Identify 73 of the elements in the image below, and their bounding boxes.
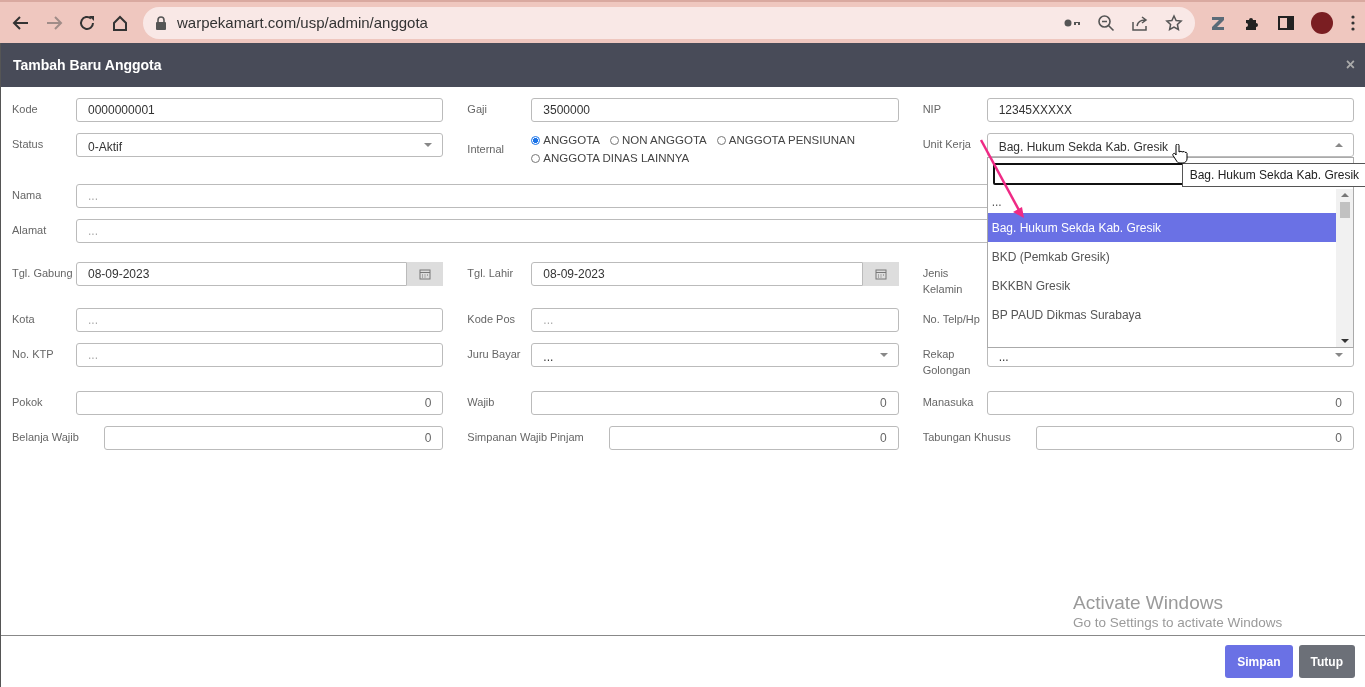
field-label: Internal — [467, 142, 506, 157]
field-label: Tabungan Khusus — [922, 430, 1011, 445]
field-label: Wajib — [467, 395, 496, 410]
text-input[interactable]: 0000000001 — [76, 98, 444, 122]
field-label: Jenis Kelamin — [922, 266, 964, 297]
dropdown-option[interactable]: BKKBN Gresik — [987, 271, 1336, 300]
field-label: Simpanan Wajib Pinjam — [467, 430, 584, 445]
field-label: Manasuka — [922, 395, 975, 410]
field-label: Tgl. Gabung — [12, 266, 74, 281]
date-input[interactable]: 08-09-2023 — [76, 262, 408, 286]
field-label: NIP — [922, 102, 942, 117]
select-dropdown[interactable]: 0-Aktif — [76, 133, 444, 157]
field-label: Belanja Wajib — [12, 430, 79, 445]
field-label: Status — [12, 137, 45, 152]
star-icon[interactable] — [1165, 13, 1183, 32]
avatar-circle[interactable] — [1311, 11, 1333, 34]
activation-notice-title: Activate Windows — [1073, 592, 1224, 614]
back-arrow-icon[interactable] — [12, 13, 30, 32]
field-label: Pokok — [12, 395, 44, 410]
home-icon[interactable] — [111, 13, 129, 32]
select-dropdown[interactable]: ... — [531, 343, 899, 367]
field-label: Juru Bayar — [467, 347, 522, 362]
number-input[interactable]: 0 — [76, 391, 444, 415]
caret-down-icon[interactable] — [879, 352, 888, 358]
date-input[interactable]: 08-09-2023 — [531, 262, 863, 286]
field-label: Nama — [12, 188, 43, 203]
field-label: No. KTP — [12, 347, 55, 362]
scroll-up-icon[interactable] — [1340, 192, 1349, 198]
close-button[interactable]: × — [1345, 56, 1355, 74]
field-label: Rekap Golongan — [922, 347, 972, 378]
scrollbar[interactable] — [1336, 189, 1353, 347]
calendar-icon[interactable] — [874, 268, 887, 280]
number-input[interactable]: 0 — [531, 391, 899, 415]
more-menu-icon[interactable] — [1349, 13, 1357, 32]
field-label: Gaji — [467, 102, 488, 117]
zoom-out-icon[interactable] — [1097, 13, 1115, 32]
number-input[interactable]: 0 — [1035, 426, 1354, 450]
reload-icon[interactable] — [78, 13, 96, 32]
field-label: Alamat — [12, 223, 48, 238]
caret-down-icon[interactable] — [424, 142, 433, 148]
radio-circle[interactable] — [531, 135, 541, 145]
select-dropdown[interactable]: Bag. Hukum Sekda Kab. Gresik — [986, 133, 1354, 157]
number-input[interactable]: 0 — [608, 426, 899, 450]
modal-title: Tambah Baru Anggota — [13, 57, 162, 73]
field-label: Unit Kerja — [922, 137, 972, 152]
radio-option[interactable]: ANGGOTA PENSIUNAN — [716, 134, 856, 146]
caret-up-icon[interactable] — [1335, 142, 1343, 148]
caret-down-icon[interactable] — [1335, 352, 1343, 358]
dropdown-option[interactable]: Bag. Hukum Sekda Kab. Gresik — [987, 213, 1336, 242]
text-input[interactable]: 3500000 — [531, 98, 899, 122]
save-button[interactable]: Simpan — [1225, 645, 1293, 678]
radio-option[interactable]: ANGGOTA DINAS LAINNYA — [531, 152, 690, 164]
number-input[interactable]: 0 — [103, 426, 444, 450]
field-label: Kode — [12, 102, 39, 117]
field-label: Tgl. Lahir — [467, 266, 515, 281]
radio-option[interactable]: ANGGOTA — [531, 134, 600, 146]
field-label: No. Telp/Hp — [922, 312, 981, 327]
text-input[interactable]: 12345XXXXX — [986, 98, 1354, 122]
side-panel-icon[interactable] — [1277, 13, 1295, 32]
radio-option[interactable]: NON ANGGOTA — [610, 134, 707, 146]
activation-notice-text: Go to Settings to activate Windows — [1073, 614, 1283, 632]
dropdown-option[interactable]: BP PAUD Dikmas Surabaya — [987, 300, 1336, 329]
scrollbar-thumb[interactable] — [1339, 202, 1350, 218]
field-label: Kota — [12, 312, 36, 327]
field-label: Kode Pos — [467, 312, 517, 327]
calendar-button[interactable] — [407, 262, 444, 286]
share-icon[interactable] — [1131, 13, 1149, 32]
lock-icon — [155, 15, 167, 30]
tooltip: Bag. Hukum Sekda Kab. Gresik — [1181, 163, 1365, 187]
number-input[interactable]: 0 — [986, 391, 1354, 415]
dropdown-option[interactable]: BKD (Pemkab Gresik) — [987, 242, 1336, 271]
calendar-icon[interactable] — [419, 268, 432, 280]
close-button[interactable]: Tutup — [1298, 645, 1355, 678]
